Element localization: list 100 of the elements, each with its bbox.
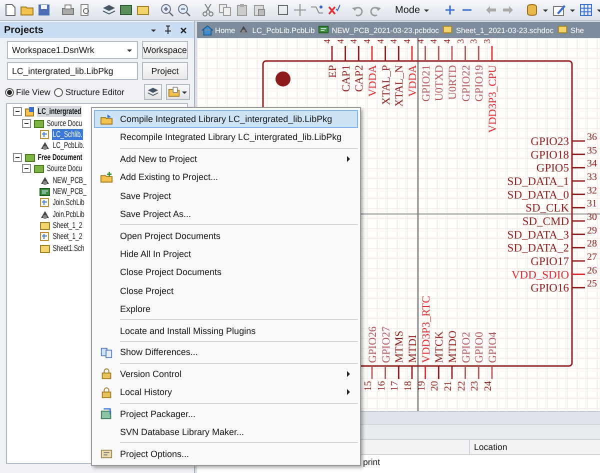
pin-label: VDDA <box>406 65 419 97</box>
tree-item[interactable]: LC_PcbLib. <box>52 140 86 152</box>
sheet-icon[interactable] <box>136 3 150 17</box>
caret-icon[interactable] <box>542 6 550 14</box>
tree-item[interactable]: Join.PcbLib <box>52 208 86 220</box>
pin-number: 4 <box>335 39 346 44</box>
sheet-icon <box>39 242 50 254</box>
pin-number: 26 <box>587 265 597 276</box>
pin-number: 3 <box>468 39 479 44</box>
delete-x-icon[interactable] <box>327 3 341 17</box>
plus-icon[interactable] <box>443 3 458 17</box>
column-header[interactable]: Location <box>470 440 508 454</box>
pin-number: 19 <box>416 381 428 391</box>
pin-label: GPIO19 <box>474 65 486 102</box>
print-preview-icon[interactable] <box>78 3 92 17</box>
project-field[interactable]: LC_intergrated_lib.LibPkg <box>7 62 138 80</box>
menu-item[interactable]: Save Project As... <box>94 204 358 224</box>
selection-rectangle-icon[interactable] <box>276 3 290 17</box>
menu-item[interactable]: Open Project Documents <box>94 226 358 245</box>
caret-icon <box>126 46 133 54</box>
tree-item[interactable]: NEW_PCB_ <box>52 186 88 197</box>
menu-item[interactable]: Locate and Install Missing Plugins <box>94 321 358 340</box>
pin-label: MTDI <box>407 334 419 363</box>
menu-item[interactable]: Add New to Project <box>94 150 358 168</box>
view-radio[interactable]: File View <box>5 87 50 97</box>
folder-icon <box>100 112 112 126</box>
layers-icon <box>147 86 159 98</box>
sheet-icon <box>442 24 454 36</box>
menu-item[interactable]: Project Options... <box>94 444 358 463</box>
pin-label: SD_DATA_1 <box>507 176 569 188</box>
paste-icon[interactable] <box>235 3 249 17</box>
pin-label: U0TXD <box>434 65 446 102</box>
pin-label: GPIO21 <box>420 65 432 102</box>
collapse-icon[interactable] <box>22 118 31 128</box>
copy-icon[interactable] <box>218 3 232 17</box>
tree-item[interactable]: Source Docu <box>46 118 83 129</box>
dropdown-caret-icon[interactable] <box>150 26 157 34</box>
tree-item[interactable]: Free Document <box>37 152 83 163</box>
view-radio[interactable]: Structure Editor <box>54 87 124 97</box>
tree-item[interactable]: Sheet1.Sch <box>52 242 86 254</box>
menu-item[interactable]: Compile Integrated Library LC_intergrated_lib.LibPkg <box>94 110 358 128</box>
menu-item[interactable]: Close Project Documents <box>94 263 358 282</box>
menu-item[interactable]: Recompile Integrated Library LC_intergrated_lib.LibPkg <box>94 128 358 147</box>
tree-item[interactable]: Source Docu <box>46 163 83 174</box>
grid-icon[interactable] <box>579 3 594 17</box>
collapse-icon[interactable] <box>13 107 22 116</box>
pin-label: GPIO17 <box>530 256 569 268</box>
print-icon[interactable] <box>61 3 75 17</box>
menu-item[interactable]: Version Control <box>94 364 358 384</box>
caret-icon[interactable] <box>569 6 576 14</box>
pin-icon[interactable] <box>163 25 173 35</box>
menu-item[interactable]: Explore <box>94 300 358 318</box>
pin-label: XTAL_P <box>380 65 392 106</box>
pin-label: VDD3P3_CPU <box>486 65 499 133</box>
move-cross-icon[interactable] <box>293 3 307 17</box>
pin-label: GPIO23 <box>530 136 569 148</box>
mode-button[interactable]: Mode <box>392 2 434 18</box>
tree-item[interactable]: LC_Schlib. <box>52 128 84 140</box>
pin-number: 4 <box>348 39 359 44</box>
project-button[interactable]: Project <box>142 62 188 80</box>
close-icon[interactable] <box>179 26 188 34</box>
tree-item[interactable]: Sheet_1_2 <box>52 220 84 232</box>
menu-item[interactable]: Close Project <box>94 281 358 300</box>
menu-item[interactable]: Hide All In Project <box>94 244 358 264</box>
pin-label: GPIO18 <box>530 149 569 162</box>
zoom-out-icon[interactable] <box>177 3 191 17</box>
menu-item[interactable]: SVN Database Library Maker... <box>94 423 358 442</box>
pin-number: 4 <box>362 39 372 44</box>
tree-item[interactable]: NEW_PCB_ <box>52 174 88 186</box>
pin-one-dot <box>276 72 290 86</box>
new-file-icon[interactable] <box>3 3 17 17</box>
menu-item[interactable]: Project Packager... <box>94 404 358 423</box>
paste-special-icon[interactable] <box>252 3 266 17</box>
workspace-button[interactable]: Workspace <box>142 41 188 59</box>
board-icon[interactable] <box>119 3 133 17</box>
database-icon[interactable] <box>525 3 540 17</box>
pin-number: 4 <box>415 39 426 44</box>
menu-item[interactable]: Save Project <box>94 186 358 205</box>
compile-button[interactable] <box>144 84 162 100</box>
project-menu-button[interactable] <box>166 84 190 100</box>
workspace-dropdown[interactable]: Workspace1.DsnWrk <box>7 41 138 59</box>
pin-label: SD_CMD <box>522 216 569 228</box>
collapse-icon[interactable] <box>13 152 22 162</box>
layers-icon[interactable] <box>102 3 116 17</box>
pin-number: 34 <box>587 158 597 170</box>
tree-item[interactable]: LC_intergrated <box>37 106 82 118</box>
save-icon[interactable] <box>37 3 51 17</box>
menu-item[interactable]: Add Existing to Project... <box>94 168 358 187</box>
tree-item[interactable]: Sheet_1_2 <box>52 231 84 242</box>
pen-icon[interactable] <box>552 3 566 17</box>
collapse-icon[interactable] <box>22 164 31 174</box>
package-icon <box>100 407 112 420</box>
tree-item[interactable]: Join.SchLib <box>52 197 86 208</box>
cut-icon[interactable] <box>201 3 215 17</box>
board-icon <box>39 186 50 197</box>
menu-item[interactable]: Show Differences... <box>94 343 358 362</box>
pin-label: GPIO2 <box>460 332 472 363</box>
pin-label: GPIO27 <box>380 326 392 363</box>
zoom-in-icon[interactable] <box>160 3 174 17</box>
menu-item[interactable]: Local History <box>94 383 358 402</box>
